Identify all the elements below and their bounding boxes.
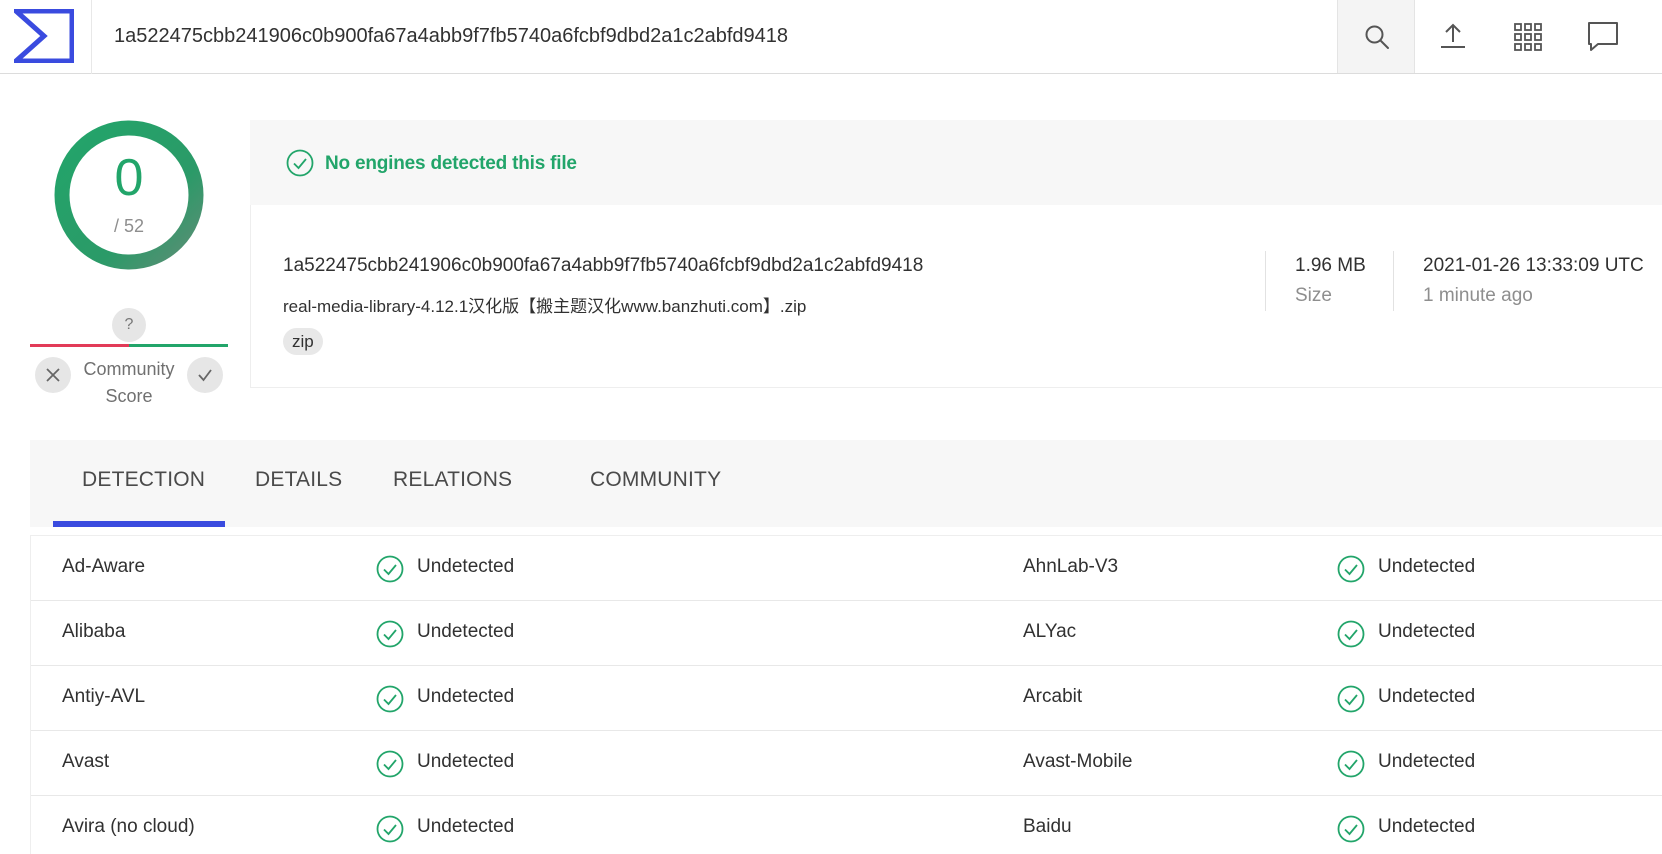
check-circle-icon — [376, 750, 404, 778]
tab-detection[interactable]: DETECTION — [82, 468, 205, 492]
search-icon — [1365, 25, 1389, 49]
tab-relations[interactable]: RELATIONS — [393, 468, 512, 492]
upload-icon — [1441, 23, 1465, 48]
divider — [1393, 251, 1394, 311]
search-input[interactable] — [92, 0, 1337, 73]
file-name: real-media-library-4.12.1汉化版【搬主题汉化www.ba… — [283, 297, 807, 316]
engine-result: Undetected — [417, 556, 515, 577]
tab-community[interactable]: COMMUNITY — [590, 468, 721, 492]
check-circle-icon — [376, 555, 404, 583]
table-row: Antiy-AVL Undetected Arcabit Undetected — [31, 666, 1662, 731]
community-score-label: Community Score — [83, 359, 175, 406]
detection-table: Ad-Aware Undetected AhnLab-V3 Undetected… — [30, 535, 1662, 854]
file-type-tag[interactable]: zip — [283, 328, 323, 355]
divider — [1265, 251, 1266, 311]
check-circle-icon — [376, 815, 404, 843]
engine-name: Arcabit — [1023, 686, 1083, 707]
detection-score-gauge: 0 / 52 — [54, 120, 204, 270]
engine-name: Avira (no cloud) — [62, 816, 195, 837]
check-circle-icon — [1337, 555, 1365, 583]
close-icon — [46, 368, 60, 382]
check-icon — [198, 369, 212, 382]
engine-name: Avast — [62, 751, 110, 772]
search-button[interactable] — [1337, 0, 1415, 73]
engine-name: Ad-Aware — [62, 556, 146, 577]
check-circle-icon — [286, 149, 314, 177]
check-circle-icon — [1337, 750, 1365, 778]
file-info-card: 1a522475cbb241906c0b900fa67a4abb9f7fb574… — [250, 205, 1662, 388]
tab-details[interactable]: DETAILS — [255, 468, 342, 492]
check-circle-icon — [376, 685, 404, 713]
engine-result: Undetected — [1378, 816, 1476, 837]
community-score-bar-positive — [129, 344, 228, 347]
engine-result: Undetected — [1378, 686, 1476, 707]
check-circle-icon — [1337, 815, 1365, 843]
grid-icon — [1514, 23, 1542, 51]
table-row: Avira (no cloud) Undetected Baidu Undete… — [31, 796, 1662, 854]
engine-result: Undetected — [417, 686, 515, 707]
engine-result: Undetected — [1378, 621, 1476, 642]
vote-malicious-button[interactable] — [35, 357, 71, 393]
detected-count: 0 — [114, 149, 144, 207]
check-circle-icon — [1337, 685, 1365, 713]
file-size-value: 1.96 MB — [1295, 255, 1366, 276]
virustotal-logo-icon — [14, 9, 74, 63]
engine-result: Undetected — [417, 816, 515, 837]
file-hash[interactable]: 1a522475cbb241906c0b900fa67a4abb9f7fb574… — [283, 255, 923, 277]
engine-name: Avast-Mobile — [1023, 751, 1133, 772]
engine-name: ALYac — [1023, 621, 1077, 642]
vote-harmless-button[interactable] — [187, 357, 223, 393]
logo[interactable] — [0, 0, 92, 74]
community-score-bar-negative — [30, 344, 129, 347]
engine-name: Antiy-AVL — [62, 686, 146, 707]
check-circle-icon — [1337, 620, 1365, 648]
top-bar — [0, 0, 1662, 74]
file-size-label: Size — [1295, 285, 1332, 306]
analysis-date: 2021-01-26 13:33:09 UTC — [1423, 255, 1644, 276]
chat-button[interactable] — [1584, 18, 1622, 56]
apps-button[interactable] — [1509, 18, 1547, 56]
analysis-date-relative: 1 minute ago — [1423, 285, 1533, 306]
engine-name: Baidu — [1023, 816, 1072, 837]
community-score-marker: ? — [112, 308, 146, 342]
engine-name: Alibaba — [62, 621, 126, 642]
report-tabs: DETECTION DETAILS RELATIONS COMMUNITY — [30, 440, 1662, 527]
engine-result: Undetected — [417, 751, 515, 772]
detection-summary-banner: No engines detected this file — [250, 120, 1662, 205]
table-row: Ad-Aware Undetected AhnLab-V3 Undetected — [31, 536, 1662, 601]
engine-result: Undetected — [417, 621, 515, 642]
engine-total: / 52 — [113, 216, 145, 236]
check-circle-icon — [376, 620, 404, 648]
chat-icon — [1588, 22, 1618, 51]
table-row: Avast Undetected Avast-Mobile Undetected — [31, 731, 1662, 796]
summary-message: No engines detected this file — [325, 153, 577, 174]
table-row: Alibaba Undetected ALYac Undetected — [31, 601, 1662, 666]
upload-button[interactable] — [1434, 18, 1472, 56]
engine-result: Undetected — [1378, 556, 1476, 577]
engine-name: AhnLab-V3 — [1023, 556, 1119, 577]
engine-result: Undetected — [1378, 751, 1476, 772]
active-tab-indicator — [53, 521, 225, 527]
